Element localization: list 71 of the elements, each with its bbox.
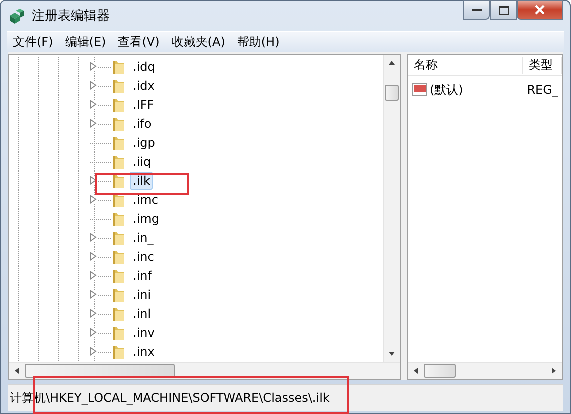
- column-header[interactable]: 名称: [408, 56, 524, 74]
- folder-icon: [111, 96, 127, 112]
- expand-arrow-icon[interactable]: [90, 328, 97, 337]
- menu-item[interactable]: 文件(F): [7, 34, 60, 50]
- window-title: 注册表编辑器: [32, 8, 111, 25]
- folder-icon: [111, 78, 127, 94]
- tree-item[interactable]: .idx: [130, 76, 158, 94]
- tree-item[interactable]: .inv: [130, 324, 158, 342]
- expand-arrow-icon[interactable]: [90, 233, 97, 242]
- folder-icon: [111, 286, 127, 302]
- scroll-left-icon[interactable]: [13, 367, 21, 375]
- folder-icon: [111, 268, 127, 284]
- menu-item[interactable]: 查看(V): [112, 34, 166, 50]
- tree-item[interactable]: .ini: [130, 286, 154, 304]
- value-type: REG_: [527, 83, 558, 97]
- maximize-icon: [498, 6, 508, 14]
- horizontal-scrollbar[interactable]: [9, 362, 400, 379]
- status-path: 计算机\HKEY_LOCAL_MACHINE\SOFTWARE\Classes\.ilk: [10, 390, 330, 406]
- tree-item[interactable]: .inc: [130, 248, 158, 266]
- expand-arrow-icon[interactable]: [90, 347, 97, 356]
- close-icon: [535, 5, 545, 15]
- scroll-right-icon[interactable]: [550, 367, 558, 375]
- menu-item[interactable]: 编辑(E): [59, 34, 112, 50]
- minimize-icon: [472, 8, 482, 12]
- tree-item[interactable]: .iiq: [130, 152, 154, 170]
- expand-arrow-icon[interactable]: [90, 271, 97, 280]
- expand-arrow-icon[interactable]: [90, 119, 97, 128]
- tree-item[interactable]: .idq: [130, 58, 158, 76]
- expand-arrow-icon[interactable]: [90, 62, 97, 71]
- expand-arrow-icon[interactable]: [90, 100, 97, 109]
- folder-icon: [111, 248, 127, 264]
- expand-arrow-icon[interactable]: [90, 81, 97, 90]
- close-button[interactable]: [517, 0, 563, 20]
- cubes-icon: [8, 7, 26, 25]
- folder-icon: [111, 58, 127, 74]
- folder-icon: [111, 154, 127, 170]
- tree-item[interactable]: .inf: [130, 266, 155, 284]
- tree-item[interactable]: .inl: [130, 304, 154, 322]
- folder-icon: [111, 172, 127, 188]
- folder-icon: [111, 324, 127, 340]
- horizontal-scrollbar[interactable]: [408, 362, 562, 379]
- value-name: (默认): [430, 82, 464, 98]
- maximize-button[interactable]: [490, 0, 517, 20]
- folder-icon: [111, 306, 127, 322]
- expand-arrow-icon[interactable]: [90, 290, 97, 299]
- tree-item[interactable]: .in_: [130, 228, 157, 246]
- menu-item[interactable]: 收藏夹(A): [166, 34, 232, 50]
- expand-arrow-icon[interactable]: [90, 195, 97, 204]
- scroll-thumb[interactable]: [385, 85, 399, 101]
- tree-item[interactable]: .igp: [130, 134, 158, 152]
- tree-item[interactable]: .img: [130, 210, 162, 228]
- expand-arrow-icon[interactable]: [90, 252, 97, 261]
- string-value-icon: [412, 82, 428, 98]
- scroll-thumb[interactable]: [424, 364, 456, 378]
- folder-icon: [111, 230, 127, 246]
- column-header[interactable]: 类型: [523, 56, 562, 74]
- tree-item[interactable]: .imc: [130, 190, 162, 208]
- folder-icon: [111, 134, 127, 150]
- expand-arrow-icon[interactable]: [90, 309, 97, 318]
- scroll-down-icon[interactable]: [388, 350, 396, 358]
- tree-item[interactable]: .IFF: [130, 96, 158, 114]
- scroll-up-icon[interactable]: [388, 59, 396, 67]
- menu-item[interactable]: 帮助(H): [231, 34, 286, 50]
- tree-item[interactable]: .ifo: [130, 114, 155, 132]
- folder-icon: [111, 210, 127, 226]
- folder-icon: [111, 116, 127, 132]
- vertical-scrollbar[interactable]: [383, 55, 400, 362]
- folder-icon: [111, 344, 127, 360]
- minimize-button[interactable]: [463, 0, 490, 20]
- scroll-left-icon[interactable]: [412, 367, 420, 375]
- tree-item[interactable]: .inx: [130, 342, 158, 360]
